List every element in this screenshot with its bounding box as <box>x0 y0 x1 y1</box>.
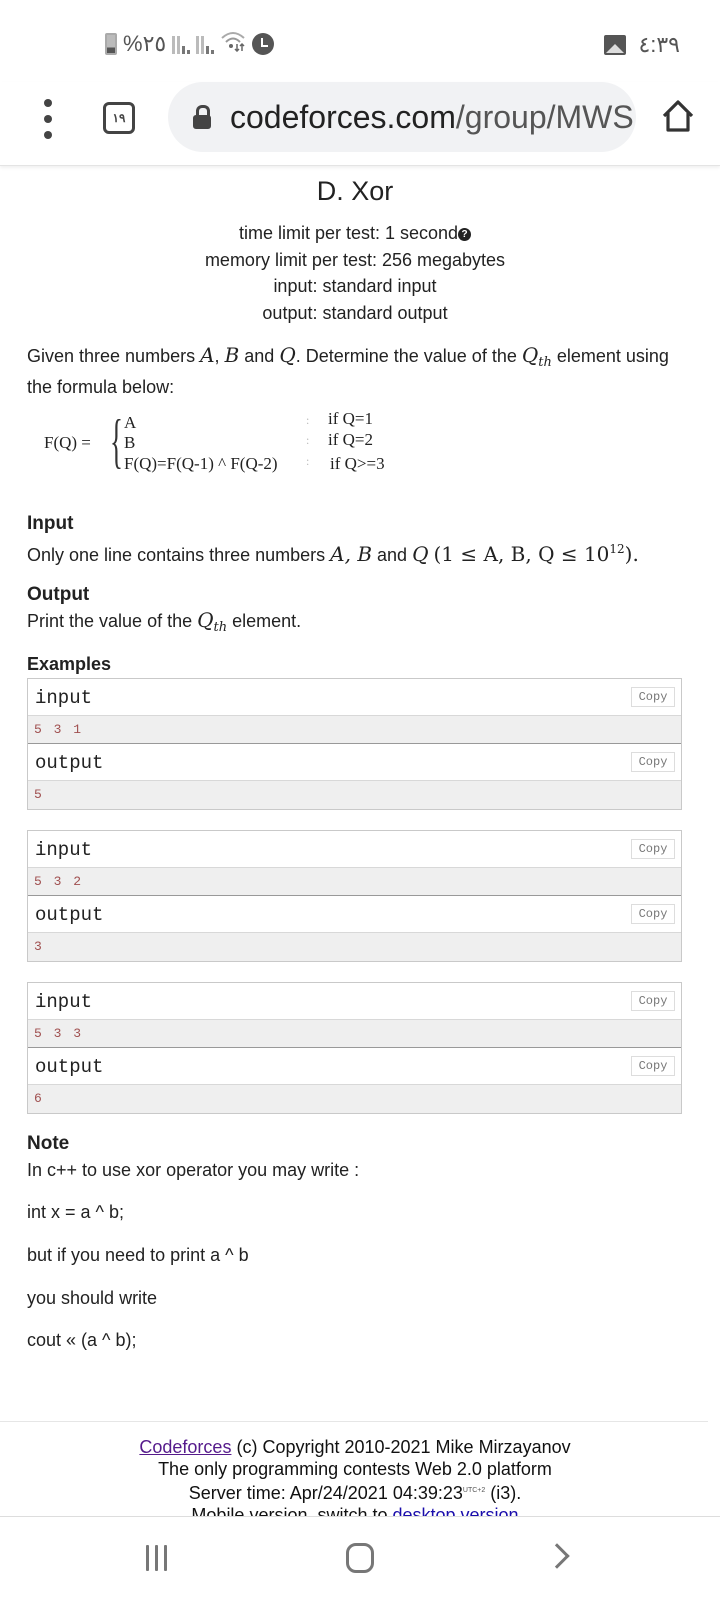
home-icon[interactable] <box>660 98 696 134</box>
note-line: but if you need to print a ^ b <box>27 1245 249 1265</box>
formula-condition: if Q>=3 <box>330 454 385 473</box>
example-output-label: output <box>35 752 104 774</box>
copy-button[interactable]: Copy <box>631 687 675 707</box>
formula-brace: { <box>110 408 123 474</box>
url-text[interactable]: codeforces.com/group/MWS <box>230 99 634 136</box>
example-block: input Copy 5 3 1 output Copy 5 <box>27 678 682 810</box>
example-input-value[interactable]: 5 3 3 <box>28 1020 681 1048</box>
note-line: cout « (a ^ b); <box>27 1330 137 1350</box>
status-bar: %٢٥ ٤:٣٩ <box>0 0 720 82</box>
example-output-value[interactable]: 6 <box>28 1085 681 1113</box>
footer: Codeforces (c) Copyright 2010-2021 Mike … <box>0 1437 710 1517</box>
tab-count: ١٩ <box>112 111 126 125</box>
formula-condition: if Q=2 <box>328 430 373 449</box>
signal-icon <box>172 34 191 54</box>
gallery-icon <box>604 35 627 55</box>
footer-tagline: The only programming contests Web 2.0 pl… <box>158 1458 552 1479</box>
signal-icon <box>196 34 215 54</box>
home-button-icon[interactable] <box>346 1543 374 1573</box>
copy-button[interactable]: Copy <box>631 839 675 859</box>
time-limit: time limit per test: 1 second? <box>0 220 710 247</box>
alarm-icon <box>252 32 275 55</box>
example-output-header: output Copy <box>28 896 681 933</box>
copy-button[interactable]: Copy <box>631 991 675 1011</box>
back-icon[interactable] <box>544 1543 570 1569</box>
output-description: Print the value of the Qth element. <box>27 608 302 635</box>
note-heading: Note <box>27 1133 70 1154</box>
copy-button[interactable]: Copy <box>631 1056 675 1076</box>
output-heading: Output <box>27 584 90 605</box>
url-path: /group/MWS <box>455 98 634 135</box>
lock-icon <box>192 105 212 129</box>
example-input-value[interactable]: 5 3 1 <box>28 716 681 744</box>
formula-case: F(Q)=F(Q-1) ^ F(Q-2) <box>124 454 278 473</box>
example-block: input Copy 5 3 2 output Copy 3 <box>27 830 682 962</box>
tabs-button[interactable]: ١٩ <box>103 102 135 134</box>
problem-limits: time limit per test: 1 second? memory li… <box>0 220 710 326</box>
formula-condition: if Q=1 <box>328 409 373 428</box>
help-icon[interactable]: ? <box>458 228 472 241</box>
menu-dots-icon[interactable] <box>40 99 56 139</box>
input-description: Only one line contains three numbers A, … <box>27 542 639 566</box>
status-left: %٢٥ <box>105 30 275 57</box>
footer-divider <box>0 1421 708 1422</box>
example-input-label: input <box>35 991 93 1013</box>
copy-button[interactable]: Copy <box>631 904 675 924</box>
example-output-label: output <box>35 1056 104 1078</box>
output-spec: output: standard output <box>262 302 448 323</box>
example-block: input Copy 5 3 3 output Copy 6 <box>27 982 682 1114</box>
battery-icon <box>105 32 117 55</box>
input-spec: input: standard input <box>273 276 437 296</box>
recent-apps-icon[interactable] <box>146 1545 167 1571</box>
example-output-header: output Copy <box>28 744 681 781</box>
server-time: Server time: Apr/24/2021 04:39:23UTC+2 (… <box>188 1483 522 1503</box>
example-output-value[interactable]: 5 <box>28 781 681 809</box>
example-input-label: input <box>35 839 93 861</box>
codeforces-link[interactable]: Codeforces <box>139 1437 231 1457</box>
example-input-header: input Copy <box>28 679 681 716</box>
memory-limit: memory limit per test: 256 megabytes <box>204 249 506 270</box>
system-nav-bar <box>0 1516 720 1600</box>
battery-percent: %٢٥ <box>123 30 167 56</box>
note-line: In c++ to use xor operator you may write… <box>27 1160 360 1180</box>
example-output-label: output <box>35 904 104 926</box>
input-heading: Input <box>27 513 74 534</box>
browser-toolbar: ١٩ codeforces.com/group/MWS <box>0 82 720 166</box>
clock: ٤:٣٩ <box>638 32 680 57</box>
formula-lhs: F(Q) = <box>44 433 91 452</box>
note-line: you should write <box>27 1288 158 1308</box>
address-bar[interactable]: codeforces.com/group/MWS <box>168 82 636 152</box>
wifi-icon <box>220 30 246 57</box>
example-input-value[interactable]: 5 3 2 <box>28 868 681 896</box>
examples-heading: Examples <box>27 654 112 674</box>
note-line: int x = a ^ b; <box>27 1202 124 1222</box>
formula-case: A <box>124 413 137 432</box>
example-input-header: input Copy <box>28 831 681 868</box>
url-host: codeforces.com <box>230 98 456 135</box>
problem-statement: Given three numbers A, B and Q. Determin… <box>27 343 669 397</box>
example-output-header: output Copy <box>28 1048 681 1085</box>
formula-image: F(Q) = { A B F(Q)=F(Q-1) ^ F(Q-2) : : : … <box>44 408 385 474</box>
formula-case: B <box>124 433 136 452</box>
example-input-label: input <box>35 687 93 709</box>
problem-title: D. Xor <box>316 176 394 206</box>
copy-button[interactable]: Copy <box>631 752 675 772</box>
example-input-header: input Copy <box>28 983 681 1020</box>
example-output-value[interactable]: 3 <box>28 933 681 961</box>
status-right: ٤:٣٩ <box>604 32 680 58</box>
